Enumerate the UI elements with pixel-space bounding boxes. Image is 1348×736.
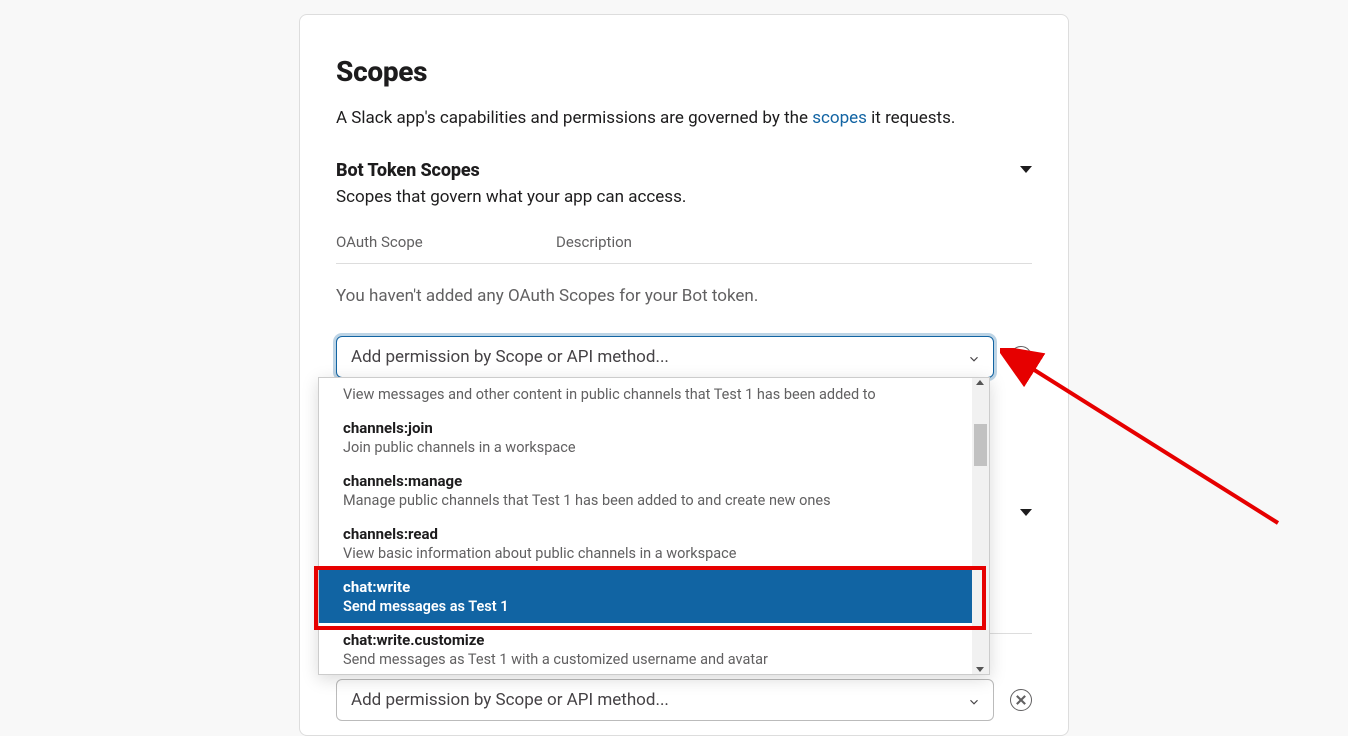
th-description: Description (556, 233, 632, 251)
scope-combobox-input-1[interactable]: Add permission by Scope or API method... (336, 336, 994, 378)
desc-post: it requests. (867, 108, 955, 128)
dropdown-partial-desc: View messages and other content in publi… (319, 378, 989, 411)
page-description: A Slack app's capabilities and permissio… (336, 106, 1032, 132)
caret-down-icon[interactable] (1020, 166, 1032, 173)
option-name: channels:manage (343, 472, 965, 490)
scope-option-channels-read[interactable]: channels:read View basic information abo… (319, 517, 989, 570)
scope-combobox-input-2[interactable]: Add permission by Scope or API method... (336, 679, 994, 721)
option-name: chat:write (343, 578, 965, 596)
scope-option-chat-write-customize[interactable]: chat:write.customize Send messages as Te… (319, 623, 989, 675)
page-title: Scopes (336, 55, 1032, 88)
option-name: chat:write.customize (343, 631, 965, 649)
th-oauth-scope: OAuth Scope (336, 233, 556, 251)
scroll-thumb[interactable] (974, 424, 987, 466)
scope-option-channels-join[interactable]: channels:join Join public channels in a … (319, 411, 989, 464)
option-name: channels:join (343, 419, 965, 437)
scope-dropdown[interactable]: View messages and other content in publi… (318, 377, 990, 675)
clear-scope-button-1[interactable] (1010, 346, 1032, 368)
add-scope-row-1: Add permission by Scope or API method...… (336, 336, 1032, 378)
caret-down-icon[interactable] (1020, 509, 1032, 516)
scroll-down-icon[interactable] (976, 667, 984, 672)
scroll-up-icon[interactable] (976, 380, 984, 385)
clear-scope-button-2[interactable] (1010, 689, 1032, 711)
option-desc: View basic information about public chan… (343, 545, 965, 562)
scope-table-header: OAuth Scope Description (336, 233, 1032, 264)
scopes-card: Scopes A Slack app's capabilities and pe… (299, 14, 1069, 736)
scope-option-chat-write[interactable]: chat:write Send messages as Test 1 (319, 570, 989, 623)
empty-scopes-message: You haven't added any OAuth Scopes for y… (336, 264, 1032, 336)
option-desc: Send messages as Test 1 (343, 598, 965, 615)
bot-token-scopes-header[interactable]: Bot Token Scopes Scopes that govern what… (336, 160, 1032, 233)
option-desc: Manage public channels that Test 1 has b… (343, 492, 965, 509)
combo-placeholder-2: Add permission by Scope or API method... (351, 690, 669, 710)
combo-placeholder-1: Add permission by Scope or API method... (351, 347, 669, 367)
scope-combobox-1[interactable]: Add permission by Scope or API method...… (336, 336, 994, 378)
option-desc: Join public channels in a workspace (343, 439, 965, 456)
add-scope-row-2: Add permission by Scope or API method... (336, 679, 1032, 721)
section-subtitle: Scopes that govern what your app can acc… (336, 187, 686, 207)
scope-combobox-2[interactable]: Add permission by Scope or API method... (336, 679, 994, 721)
section-title: Bot Token Scopes (336, 160, 686, 181)
option-desc: Send messages as Test 1 with a customize… (343, 651, 965, 668)
option-name: channels:read (343, 525, 965, 543)
chevron-down-icon[interactable] (967, 694, 979, 706)
scope-option-channels-manage[interactable]: channels:manage Manage public channels t… (319, 464, 989, 517)
desc-pre: A Slack app's capabilities and permissio… (336, 108, 812, 128)
chevron-down-icon[interactable] (967, 351, 979, 363)
scopes-link[interactable]: scopes (812, 108, 867, 128)
dropdown-scrollbar[interactable] (972, 378, 989, 674)
